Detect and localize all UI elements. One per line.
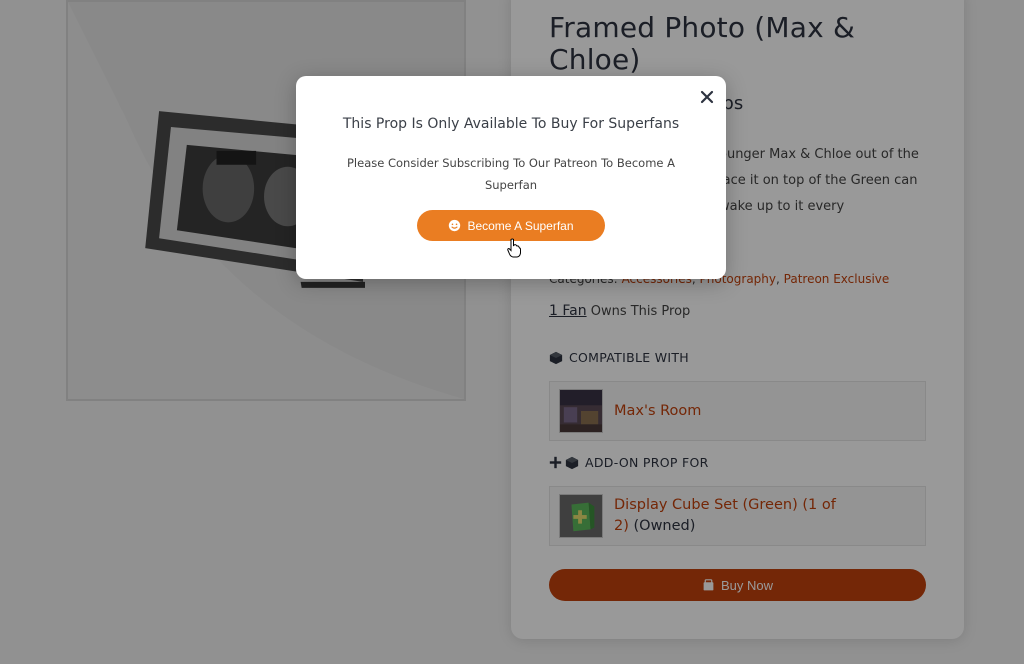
smile-icon bbox=[449, 219, 461, 232]
hand-cursor-icon bbox=[507, 238, 521, 258]
modal-text: Please Consider Subscribing To Our Patre… bbox=[346, 156, 675, 192]
become-superfan-label: Become A Superfan bbox=[467, 218, 574, 233]
close-icon[interactable] bbox=[700, 90, 714, 104]
become-superfan-button[interactable]: Become A Superfan bbox=[417, 210, 605, 241]
modal-title: This Prop Is Only Available To Buy For S… bbox=[342, 116, 680, 132]
